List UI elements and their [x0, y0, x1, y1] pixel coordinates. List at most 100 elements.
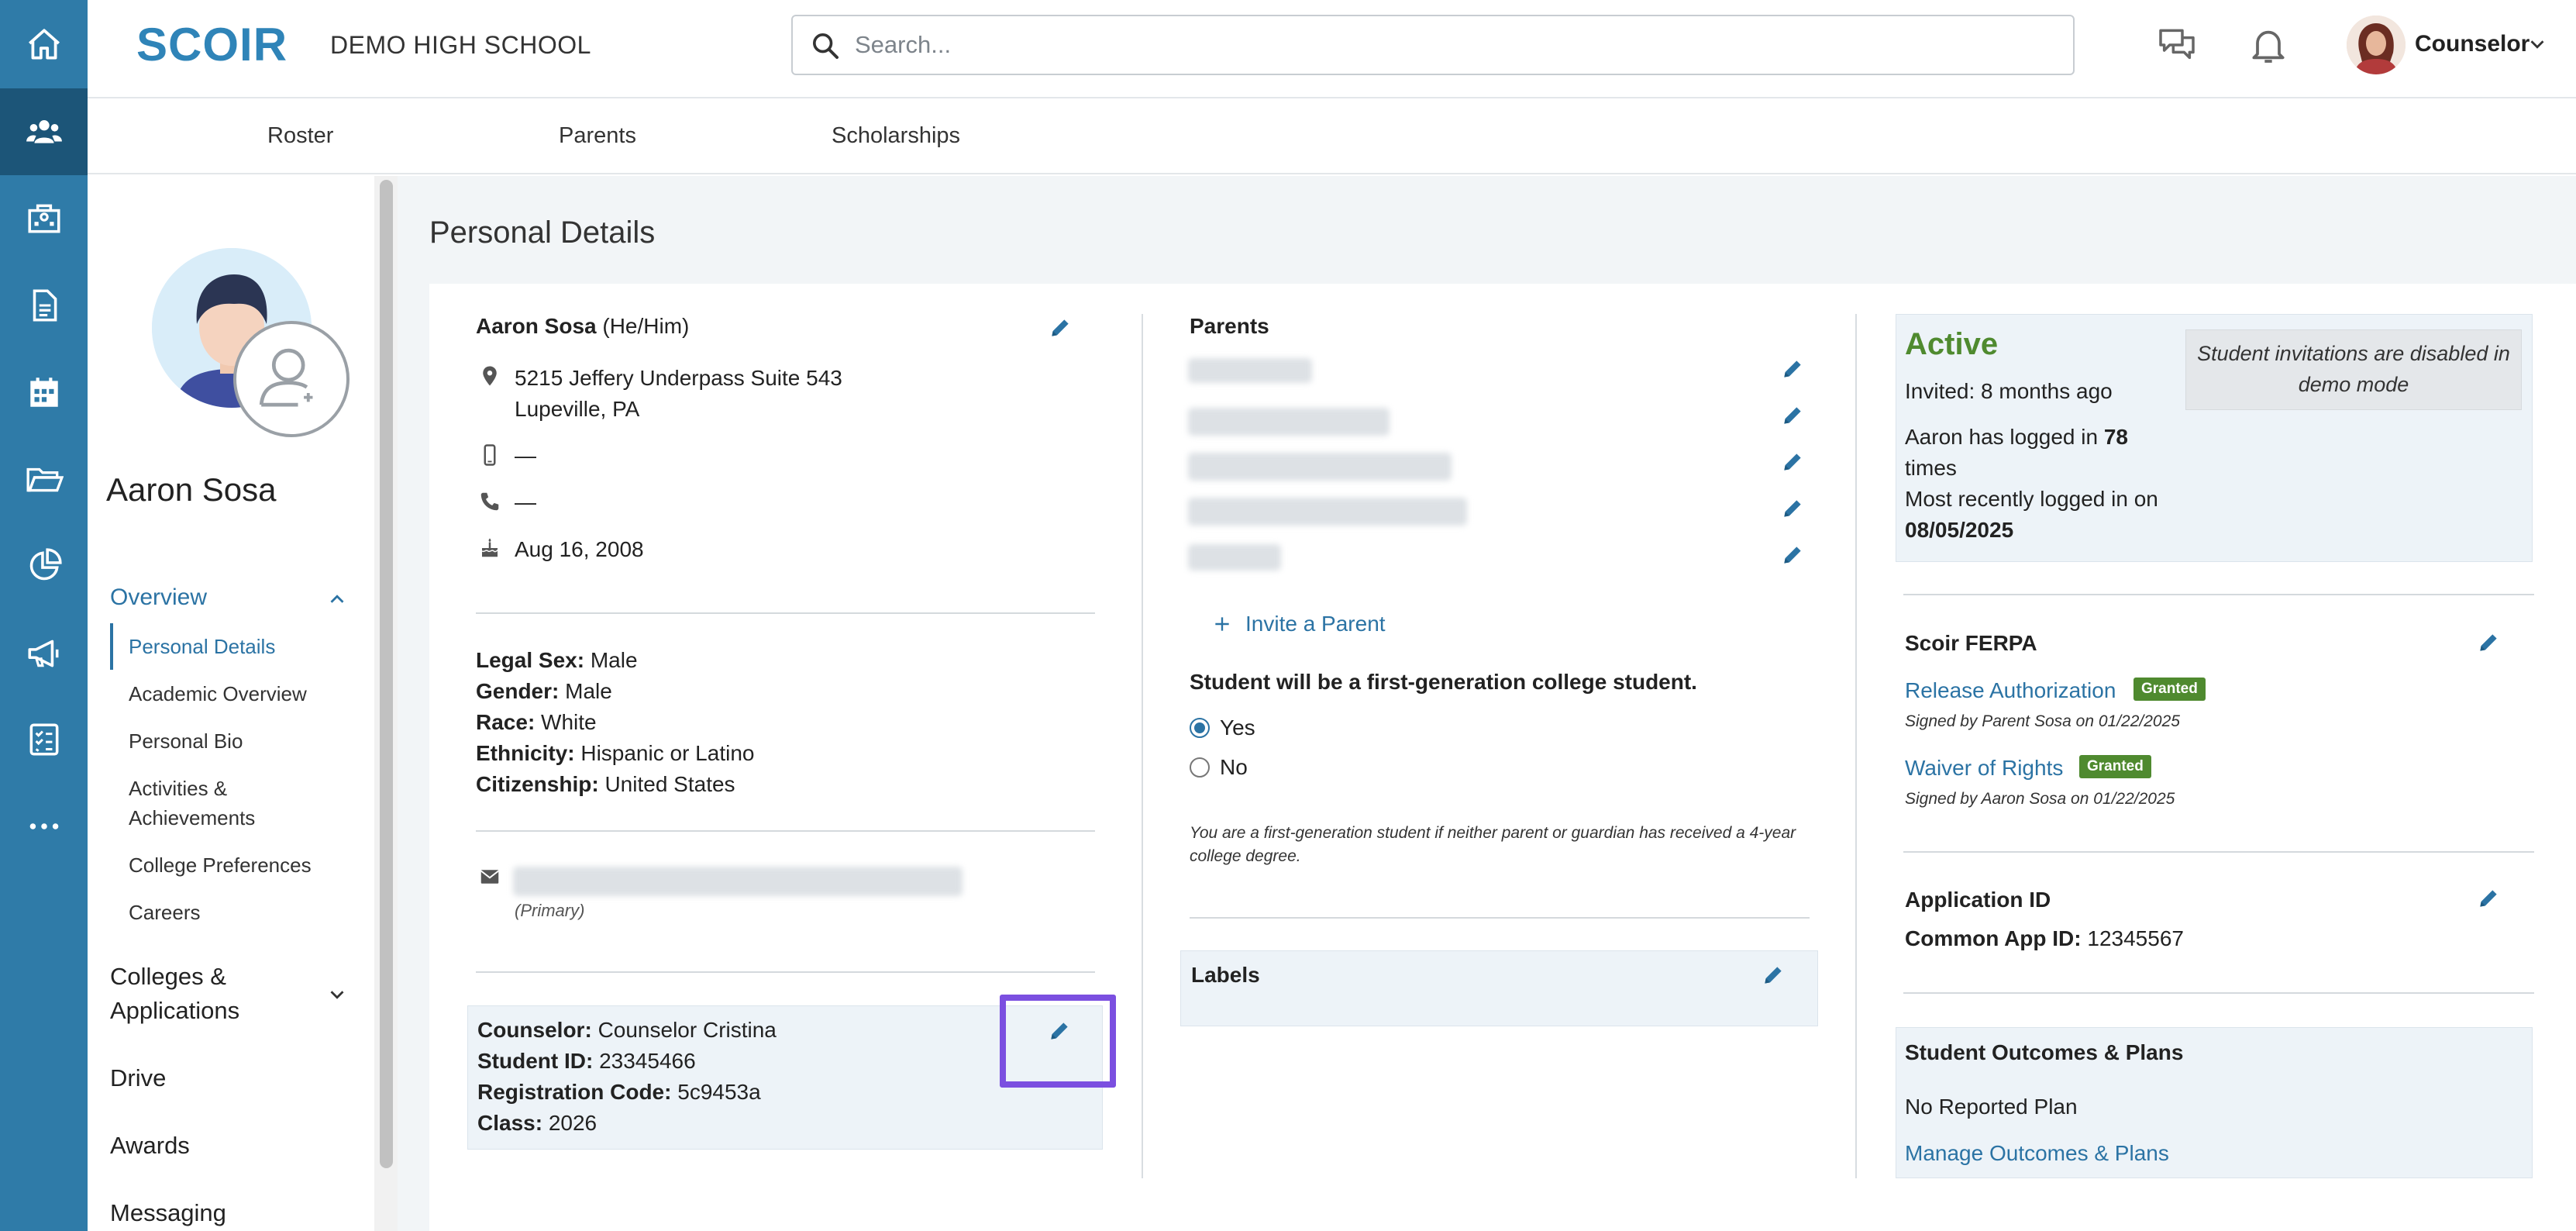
sidebar-item-academic-overview[interactable]: Academic Overview — [129, 679, 307, 709]
school-name: DEMO HIGH SCHOOL — [330, 31, 591, 59]
birthday-cake-icon — [481, 538, 498, 557]
sidebar-item-college-preferences[interactable]: College Preferences — [129, 850, 312, 880]
first-gen-question: Student will be a first-generation colle… — [1190, 670, 1697, 694]
release-authorization-link[interactable]: Release Authorization — [1905, 678, 2116, 703]
section-divider — [476, 971, 1095, 973]
section-divider — [1903, 851, 2534, 853]
more-icon — [29, 823, 58, 829]
edit-school-info-pencil-icon[interactable] — [1047, 1019, 1072, 1043]
section-divider — [476, 612, 1095, 614]
demographic-value: Hispanic or Latino — [580, 741, 755, 765]
active-indicator — [110, 623, 113, 670]
sidebar-scroll-thumb[interactable] — [380, 180, 393, 1168]
invite-parent-link[interactable]: Invite a Parent — [1245, 612, 1386, 636]
first-gen-yes-radio[interactable] — [1190, 718, 1210, 738]
more-nav[interactable] — [0, 783, 88, 870]
edit-labels-pencil-icon[interactable] — [1761, 963, 1786, 988]
search-box[interactable] — [791, 15, 2075, 75]
sidebar-item-personal-bio[interactable]: Personal Bio — [129, 726, 243, 756]
analytics-nav[interactable] — [0, 522, 88, 609]
recent-login-date: 08/05/2025 — [1905, 518, 2014, 542]
sidebar-section-colleges-line2[interactable]: Applications — [110, 994, 239, 1028]
svg-text:SCOIR: SCOIR — [136, 22, 288, 68]
sidebar-section-drive[interactable]: Drive — [110, 1061, 166, 1095]
documents-nav[interactable] — [0, 262, 88, 349]
section-divider — [1903, 594, 2534, 595]
school-info-value: Counselor Cristina — [598, 1018, 777, 1042]
demographic-label: Gender: — [476, 679, 560, 703]
bell-icon[interactable] — [2247, 23, 2290, 67]
school-icon — [27, 204, 60, 233]
first-gen-yes-label[interactable]: Yes — [1220, 715, 1255, 740]
chevron-down-icon[interactable] — [2526, 33, 2549, 56]
tab-roster[interactable]: Roster — [267, 123, 333, 149]
column-divider — [1855, 314, 1857, 1178]
sidebar-item-activities[interactable]: Activities & — [129, 774, 227, 803]
first-gen-note-line2: college degree. — [1190, 847, 1301, 865]
sidebar-section-awards[interactable]: Awards — [110, 1129, 190, 1163]
login-count: 78 — [2103, 425, 2129, 449]
calendar-icon — [29, 378, 58, 407]
edit-contact-pencil-icon[interactable] — [1048, 316, 1073, 340]
people-icon — [26, 120, 62, 143]
column-divider — [1142, 314, 1143, 1178]
calendar-nav[interactable] — [0, 349, 88, 436]
manage-outcomes-link[interactable]: Manage Outcomes & Plans — [1905, 1141, 2169, 1166]
release-signed-text: Signed by Parent Sosa on 01/22/2025 — [1905, 712, 2180, 730]
chevron-up-icon[interactable] — [325, 588, 349, 611]
folder-nav[interactable] — [0, 436, 88, 522]
user-avatar[interactable] — [2347, 16, 2406, 74]
edit-application-id-pencil-icon[interactable] — [2476, 886, 2501, 911]
school-info-value: 5c9453a — [677, 1080, 761, 1104]
checklist-nav[interactable] — [0, 696, 88, 783]
address-line1: 5215 Jeffery Underpass Suite 543 — [515, 366, 842, 390]
recent-login-label: Most recently logged in on — [1905, 487, 2158, 511]
sidebar-item-activities-line2[interactable]: Achievements — [129, 803, 255, 833]
demographic-value: White — [541, 710, 597, 734]
tab-scholarships[interactable]: Scholarships — [832, 123, 960, 149]
school-info-label: Student ID: — [477, 1049, 594, 1073]
school-info-value: 23345466 — [599, 1049, 696, 1073]
sub-navigation: Roster Parents Scholarships — [88, 100, 2576, 174]
folder-icon — [26, 467, 64, 492]
waiver-of-rights-link[interactable]: Waiver of Rights — [1905, 756, 2063, 781]
edit-parent-pencil-icon[interactable] — [1780, 357, 1805, 381]
school-info-value: 2026 — [548, 1111, 598, 1135]
parent-redacted — [1188, 544, 1281, 571]
user-menu-label[interactable]: Counselor — [2415, 31, 2530, 57]
institutions-nav[interactable] — [0, 175, 88, 262]
section-divider — [476, 830, 1095, 832]
outcomes-status: No Reported Plan — [1905, 1095, 2078, 1119]
waiver-signed-text: Signed by Aaron Sosa on 01/22/2025 — [1905, 790, 2175, 808]
email-icon — [480, 870, 499, 884]
sidebar-section-colleges[interactable]: Colleges & — [110, 960, 226, 994]
edit-parent-pencil-icon[interactable] — [1780, 403, 1805, 428]
announcements-nav[interactable] — [0, 609, 88, 696]
home-nav[interactable] — [0, 2, 88, 88]
user-placeholder-icon — [259, 348, 313, 407]
sidebar-section-overview[interactable]: Overview — [110, 584, 207, 611]
edit-parent-pencil-icon[interactable] — [1780, 450, 1805, 474]
school-info-label: Registration Code: — [477, 1080, 672, 1104]
plus-icon[interactable] — [1212, 614, 1232, 634]
email-redacted — [513, 867, 963, 896]
sidebar-section-messaging[interactable]: Messaging — [110, 1196, 226, 1230]
students-nav[interactable] — [0, 88, 88, 175]
edit-parent-pencil-icon[interactable] — [1780, 543, 1805, 567]
first-gen-no-radio[interactable] — [1190, 757, 1210, 778]
edit-ferpa-pencil-icon[interactable] — [2476, 630, 2501, 655]
account-status: Active — [1905, 327, 1999, 361]
sidebar-item-personal-details[interactable]: Personal Details — [129, 632, 275, 661]
top-header: SCOIR DEMO HIGH SCHOOL Counselor — [88, 0, 2576, 98]
upload-photo-button[interactable] — [233, 321, 350, 437]
sidebar-item-careers[interactable]: Careers — [129, 898, 200, 927]
first-gen-no-label[interactable]: No — [1220, 755, 1248, 780]
scoir-logo[interactable]: SCOIR — [136, 22, 299, 68]
tab-parents[interactable]: Parents — [559, 123, 636, 149]
ferpa-heading: Scoir FERPA — [1905, 631, 2037, 655]
location-pin-icon — [483, 366, 497, 386]
search-input[interactable] — [855, 26, 2056, 64]
chevron-down-icon[interactable] — [325, 983, 349, 1006]
chat-icon[interactable] — [2155, 23, 2199, 67]
edit-parent-pencil-icon[interactable] — [1780, 496, 1805, 521]
